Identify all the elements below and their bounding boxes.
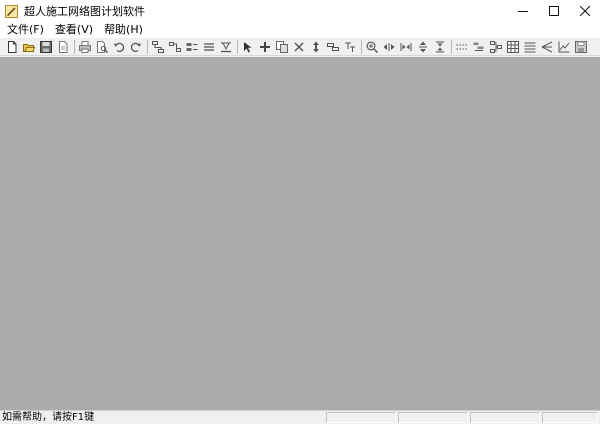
print-preview-button[interactable]	[95, 40, 109, 54]
app-window: 超人施工网络图计划软件 文件(F) 查看(V) 帮助(H) 如需帮助，请按F1键	[0, 0, 600, 424]
new-file-icon	[8, 40, 17, 53]
minimize-icon	[517, 11, 528, 12]
window-title: 超人施工网络图计划软件	[24, 5, 145, 18]
toolbar-separator	[451, 39, 452, 54]
menu-bar: 文件(F) 查看(V) 帮助(H)	[0, 22, 600, 38]
text-tool-icon	[345, 42, 355, 52]
zoom-icon	[366, 41, 378, 53]
baseline-button[interactable]	[219, 40, 233, 54]
open-folder-icon	[23, 43, 35, 52]
plus-icon	[260, 41, 270, 52]
undo-button[interactable]	[112, 40, 126, 54]
window-controls	[507, 0, 600, 22]
bar-chart-button[interactable]	[557, 40, 571, 54]
toolbar	[0, 38, 600, 56]
chart-a-button[interactable]	[472, 40, 486, 54]
vertical-compress-icon	[436, 41, 444, 52]
align-lines-icon	[524, 42, 536, 52]
vertical-expand-icon	[419, 41, 427, 52]
horizontal-expand-button[interactable]	[382, 40, 396, 54]
status-pane	[542, 412, 598, 423]
new-file-button[interactable]	[5, 40, 19, 54]
toolbar-separator	[147, 39, 148, 54]
bar-split-icon	[186, 42, 198, 51]
status-bar: 如需帮助，请按F1键	[0, 410, 600, 424]
floppy-button[interactable]	[574, 40, 588, 54]
list-lines-icon	[204, 42, 214, 51]
redo-icon	[130, 42, 141, 52]
redo-button[interactable]	[129, 40, 143, 54]
title-bar[interactable]: 超人施工网络图计划软件	[0, 0, 600, 22]
vertical-move-icon	[313, 41, 319, 52]
copy-button[interactable]	[275, 40, 289, 54]
floppy-icon	[575, 40, 587, 53]
vertical-compress-button[interactable]	[433, 40, 447, 54]
network-node-button[interactable]	[151, 40, 165, 54]
delete-button[interactable]	[292, 40, 306, 54]
text-tool-button[interactable]	[343, 40, 357, 54]
indent-button[interactable]	[540, 40, 554, 54]
delete-icon	[294, 42, 304, 51]
workspace-canvas[interactable]	[0, 57, 600, 410]
menu-file[interactable]: 文件(F)	[3, 22, 48, 38]
dotted-line-icon	[456, 44, 468, 49]
toolbar-separator	[237, 39, 238, 54]
network-link-button[interactable]	[168, 40, 182, 54]
minimize-button[interactable]	[507, 0, 538, 22]
menu-help[interactable]: 帮助(H)	[100, 22, 147, 38]
baseline-icon	[221, 42, 231, 52]
menu-view[interactable]: 查看(V)	[51, 22, 97, 38]
status-pane	[398, 412, 468, 423]
pointer-button[interactable]	[241, 40, 255, 54]
status-pane	[326, 412, 396, 423]
toolbar-separator	[361, 39, 362, 54]
copy-icon	[276, 40, 288, 53]
add-button[interactable]	[258, 40, 272, 54]
vertical-move-button[interactable]	[309, 40, 323, 54]
print-icon	[79, 40, 91, 53]
zoom-button[interactable]	[365, 40, 379, 54]
align-lines-button[interactable]	[523, 40, 537, 54]
app-pencil-icon	[5, 4, 18, 18]
dotted-line-button[interactable]	[455, 40, 469, 54]
indent-icon	[541, 41, 553, 52]
status-help-text: 如需帮助，请按F1键	[2, 412, 95, 423]
grid-table-icon	[507, 40, 519, 53]
bar-shift-button[interactable]	[326, 40, 340, 54]
chart-b-button[interactable]	[489, 40, 503, 54]
print-button[interactable]	[78, 40, 92, 54]
status-pane	[470, 412, 540, 423]
vertical-expand-button[interactable]	[416, 40, 430, 54]
bar-shift-icon	[327, 42, 339, 51]
grid-table-button[interactable]	[506, 40, 520, 54]
close-button[interactable]	[569, 0, 600, 22]
print-preview-icon	[97, 40, 108, 53]
horizontal-compress-icon	[400, 42, 412, 51]
bar-split-button[interactable]	[185, 40, 199, 54]
save-icon	[40, 40, 52, 53]
horizontal-expand-icon	[383, 42, 395, 51]
network-node-icon	[152, 40, 164, 53]
network-link-icon	[169, 41, 181, 52]
document-icon	[59, 40, 68, 53]
save-button[interactable]	[39, 40, 53, 54]
chart-a-icon	[473, 42, 484, 51]
close-icon	[579, 6, 590, 16]
undo-icon	[114, 42, 125, 52]
open-button[interactable]	[22, 40, 36, 54]
document-button[interactable]	[56, 40, 70, 54]
toolbar-separator	[74, 39, 75, 54]
horizontal-compress-button[interactable]	[399, 40, 413, 54]
maximize-icon	[548, 6, 559, 16]
pointer-icon	[244, 41, 252, 52]
bar-chart-icon	[558, 41, 570, 52]
chart-b-icon	[490, 40, 502, 53]
maximize-button[interactable]	[538, 0, 569, 22]
list-lines-button[interactable]	[202, 40, 216, 54]
